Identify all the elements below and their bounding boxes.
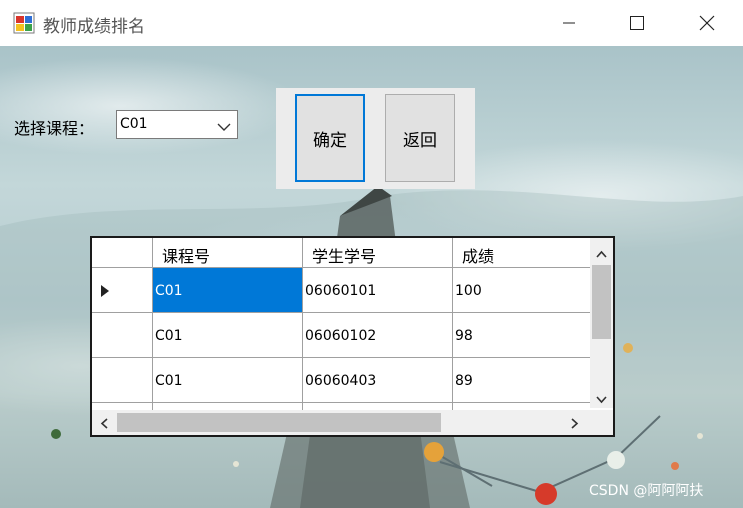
grid-cell[interactable]: 06060403 xyxy=(303,358,453,403)
grid-cell[interactable]: C01 xyxy=(153,268,303,313)
row-pointer-icon xyxy=(101,285,109,301)
course-select[interactable]: C01 xyxy=(116,110,238,139)
scroll-left-icon[interactable] xyxy=(100,417,108,433)
chevron-down-icon[interactable] xyxy=(217,120,231,136)
title-bar: 教师成绩排名 xyxy=(0,0,743,46)
app-icon xyxy=(13,12,35,34)
confirm-button[interactable]: 确定 xyxy=(295,94,365,182)
main-window: 教师成绩排名 选择课程： C01 确定 返回 课程号 学生学号 成绩 C01 0… xyxy=(0,0,743,508)
column-header-label: 学生学号 xyxy=(312,247,377,266)
maximize-icon xyxy=(630,16,644,30)
form-client-area: 选择课程： C01 确定 返回 课程号 学生学号 成绩 C01 06060101… xyxy=(0,46,743,508)
button-panel: 确定 返回 xyxy=(276,88,475,189)
column-header-label: 课程号 xyxy=(162,247,211,266)
back-button[interactable]: 返回 xyxy=(385,94,455,182)
grid-cell[interactable]: 06060101 xyxy=(303,268,453,313)
row-header[interactable] xyxy=(92,313,153,358)
grid-cell[interactable]: 100 xyxy=(453,268,590,313)
row-header[interactable] xyxy=(92,358,153,403)
vertical-scroll-thumb[interactable] xyxy=(592,265,611,339)
minimize-icon xyxy=(563,22,575,24)
column-header-label: 成绩 xyxy=(462,247,495,266)
minimize-button[interactable] xyxy=(546,0,592,46)
horizontal-scroll-thumb[interactable] xyxy=(117,413,441,432)
course-select-value: C01 xyxy=(120,116,148,132)
vertical-scrollbar[interactable] xyxy=(590,238,613,408)
maximize-button[interactable] xyxy=(614,0,660,46)
scroll-up-icon[interactable] xyxy=(596,246,607,262)
row-header[interactable] xyxy=(92,268,153,313)
grid-cell[interactable]: C01 xyxy=(153,313,303,358)
column-header-student-id[interactable]: 学生学号 xyxy=(303,238,453,268)
scroll-down-icon[interactable] xyxy=(596,392,607,408)
scroll-right-icon[interactable] xyxy=(571,417,579,433)
grid-cell[interactable]: 89 xyxy=(453,358,590,403)
horizontal-scrollbar[interactable] xyxy=(92,410,590,435)
score-grid[interactable]: 课程号 学生学号 成绩 C01 06060101 100 C01 0606010… xyxy=(90,236,615,437)
column-header-score[interactable]: 成绩 xyxy=(453,238,590,268)
scrollbar-corner xyxy=(590,410,613,435)
grid-cell[interactable]: 98 xyxy=(453,313,590,358)
window-title: 教师成绩排名 xyxy=(43,17,145,37)
grid-cell[interactable]: C01 xyxy=(153,358,303,403)
watermark: CSDN @阿阿阿扶 xyxy=(589,483,704,499)
close-button[interactable] xyxy=(684,0,730,46)
course-label: 选择课程： xyxy=(14,119,95,138)
grid-corner-header xyxy=(92,238,153,268)
column-header-course[interactable]: 课程号 xyxy=(153,238,303,268)
grid-cell[interactable]: 06060102 xyxy=(303,313,453,358)
close-icon xyxy=(699,15,715,31)
